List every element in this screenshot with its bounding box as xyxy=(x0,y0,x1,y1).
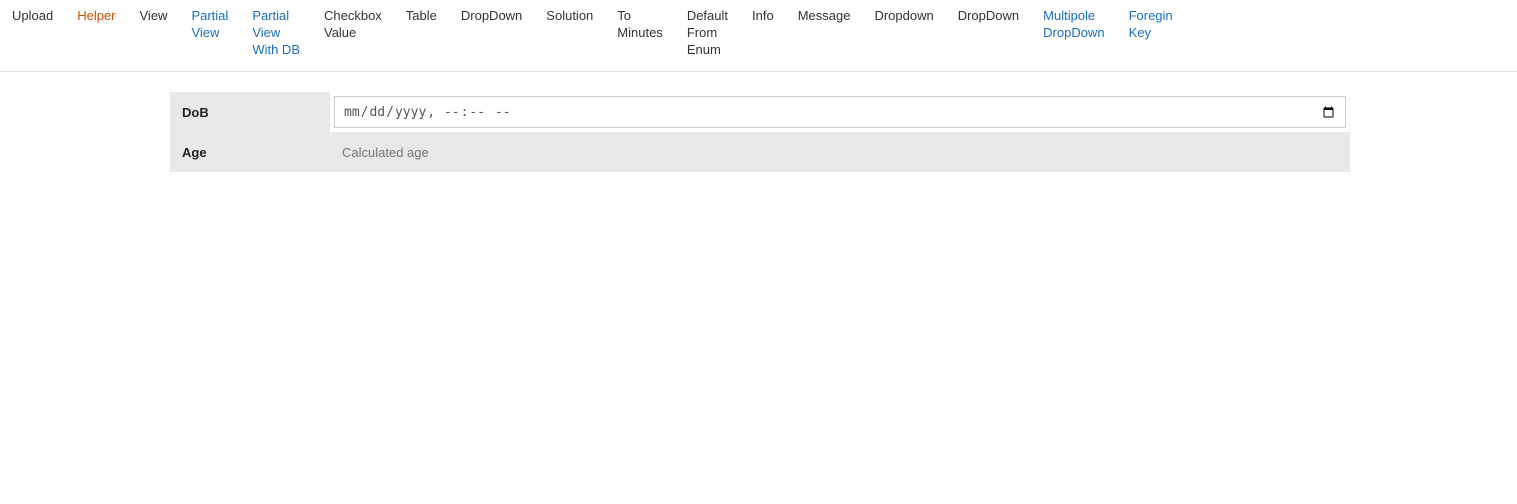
nav-message[interactable]: Message xyxy=(794,4,855,29)
main-content: DoB Age xyxy=(0,72,1517,192)
nav-foregin-key[interactable]: Foregin Key xyxy=(1125,4,1177,46)
age-cell xyxy=(330,132,1350,172)
nav-multipole-dropdown[interactable]: Multipole DropDown xyxy=(1039,4,1108,46)
nav-helper[interactable]: Helper xyxy=(73,4,119,29)
navbar: Upload Helper View Partial View Partial … xyxy=(0,0,1517,72)
dob-row: DoB xyxy=(170,92,1350,132)
nav-partial-view-with-db[interactable]: Partial View With DB xyxy=(248,4,304,63)
nav-dropdown2[interactable]: Dropdown xyxy=(870,4,937,29)
nav-dropdown[interactable]: DropDown xyxy=(457,4,526,29)
dob-input[interactable] xyxy=(334,96,1346,128)
nav-checkbox-value[interactable]: Checkbox Value xyxy=(320,4,386,46)
age-label: Age xyxy=(170,132,330,172)
nav-to-minutes[interactable]: To Minutes xyxy=(613,4,667,46)
nav-view[interactable]: View xyxy=(136,4,172,29)
nav-partial-view[interactable]: Partial View xyxy=(187,4,232,46)
dob-cell xyxy=(330,92,1350,132)
nav-table[interactable]: Table xyxy=(402,4,441,29)
age-row: Age xyxy=(170,132,1350,172)
age-input[interactable] xyxy=(334,136,1346,168)
nav-default-from-enum[interactable]: Default From Enum xyxy=(683,4,732,63)
form-table: DoB Age xyxy=(170,92,1350,172)
nav-info[interactable]: Info xyxy=(748,4,778,29)
nav-solution[interactable]: Solution xyxy=(542,4,597,29)
nav-dropdown3[interactable]: DropDown xyxy=(954,4,1023,29)
nav-upload[interactable]: Upload xyxy=(8,4,57,29)
dob-label: DoB xyxy=(170,92,330,132)
